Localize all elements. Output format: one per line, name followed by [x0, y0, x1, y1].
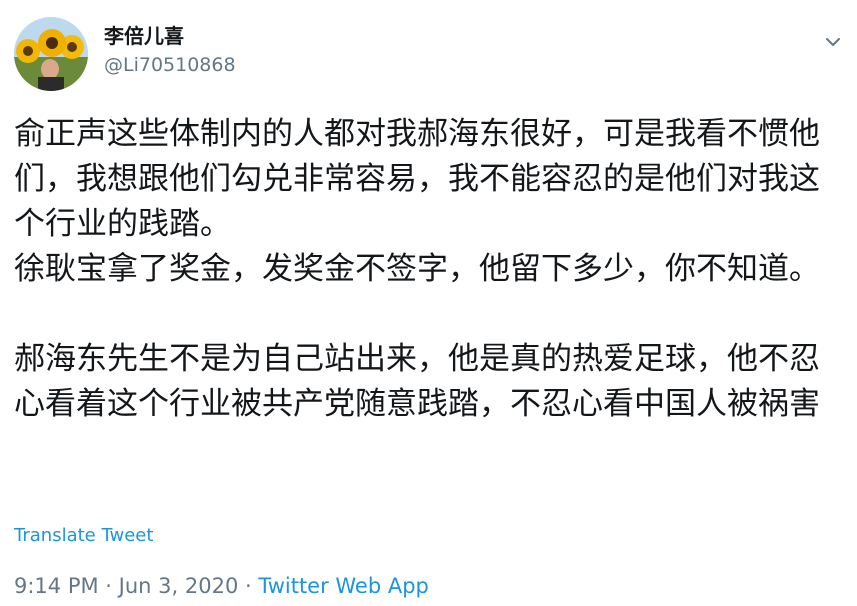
tweet-metadata: 9:14 PM · Jun 3, 2020 · Twitter Web App — [14, 571, 429, 601]
display-name[interactable]: 李倍儿喜 — [104, 22, 236, 50]
avatar[interactable] — [14, 17, 88, 91]
tweet-paragraph: 郝海东先生不是为自己站出来，他是真的热爱足球，他不忍心看着这个行业被共产党随意践… — [14, 341, 820, 422]
tweet-paragraph: 徐耿宝拿了奖金，发奖金不签字，他留下多少，你不知道。 — [14, 251, 820, 287]
tweet-time[interactable]: 9:14 PM — [14, 574, 99, 598]
tweet-source-link[interactable]: Twitter Web App — [258, 574, 429, 598]
translate-tweet-link[interactable]: Translate Tweet — [14, 523, 153, 549]
tweet-header: 李倍儿喜 @Li70510868 — [14, 14, 843, 91]
meta-separator: · — [98, 574, 119, 598]
tweet-date[interactable]: Jun 3, 2020 — [119, 574, 239, 598]
meta-separator: · — [238, 574, 259, 598]
sunflower-avatar-image — [14, 17, 88, 91]
author-info: 李倍儿喜 @Li70510868 — [104, 22, 236, 78]
user-handle[interactable]: @Li70510868 — [104, 52, 236, 78]
tweet-paragraph: 俞正声这些体制内的人都对我郝海东很好，可是我看不惯他们，我想跟他们勾兑非常容易，… — [14, 116, 820, 242]
chevron-down-icon[interactable] — [823, 32, 843, 52]
tweet-text: 俞正声这些体制内的人都对我郝海东很好，可是我看不惯他们，我想跟他们勾兑非常容易，… — [14, 112, 849, 427]
